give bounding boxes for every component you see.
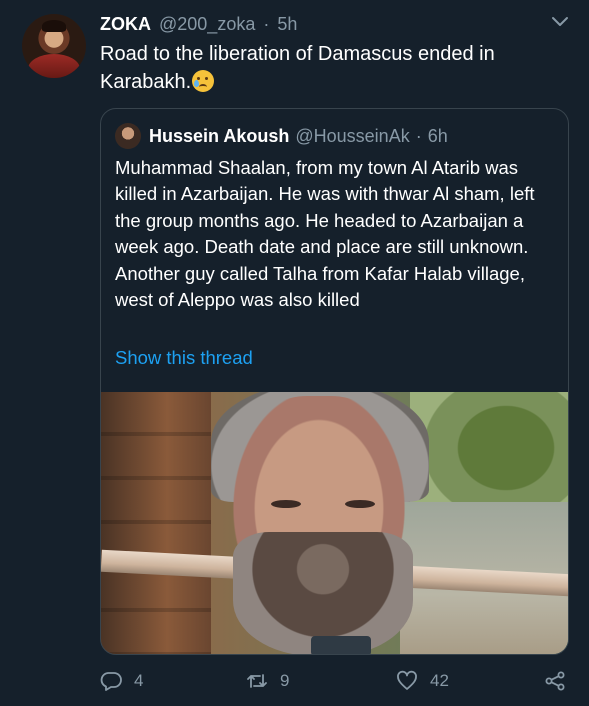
photo-collar <box>311 636 371 654</box>
retweet-count: 9 <box>280 671 290 690</box>
tweet-text-content: Road to the liberation of Damascus ended… <box>100 43 495 93</box>
reply-button[interactable]: 4 <box>100 668 143 694</box>
avatar-hat <box>42 20 66 32</box>
heart-icon <box>397 670 417 690</box>
photo-left-eye <box>271 500 301 508</box>
share-icon <box>545 671 565 691</box>
quoted-separator-dot: · <box>415 125 422 146</box>
retweet-icon <box>247 674 267 688</box>
retweet-button[interactable]: 9 <box>246 668 289 694</box>
quoted-text: Muhammad Shaalan, from my town Al Atarib… <box>115 157 535 311</box>
reply-icon <box>100 672 122 691</box>
separator-dot: · <box>263 13 270 34</box>
tweet[interactable]: ZOKA @200_zoka · 5h Road to the liberati… <box>0 0 589 706</box>
quoted-avatar <box>115 123 141 149</box>
quoted-photo[interactable] <box>101 392 568 654</box>
tweet-text: Road to the liberation of Damascus ended… <box>100 40 540 96</box>
tear <box>194 80 200 87</box>
like-count: 42 <box>430 671 449 690</box>
quoted-timestamp: 6h <box>427 125 448 146</box>
like-button[interactable]: 42 <box>396 668 449 694</box>
crying-face-emoji <box>192 70 215 92</box>
photo-wall-lines <box>101 392 211 654</box>
photo-right-eye <box>345 500 375 508</box>
quoted-tweet[interactable]: Hussein Akoush @HousseinAk · 6h Muhammad… <box>100 108 569 655</box>
author-handle[interactable]: @200_zoka <box>159 14 255 35</box>
share-button[interactable] <box>544 668 566 694</box>
quoted-author-handle: @HousseinAk <box>295 125 410 146</box>
quoted-author-name: Hussein Akoush <box>149 125 290 146</box>
action-bar: 4 9 42 <box>0 664 589 698</box>
tweet-header: ZOKA @200_zoka · 5h <box>100 12 297 36</box>
avatar-robe <box>28 54 80 78</box>
author-name[interactable]: ZOKA <box>100 14 151 35</box>
show-thread-link[interactable]: Show this thread <box>115 347 253 369</box>
quoted-header: Hussein Akoush @HousseinAk · 6h <box>149 123 448 149</box>
chevron-down-icon[interactable] <box>549 14 571 30</box>
reply-count: 4 <box>134 671 144 690</box>
timestamp[interactable]: 5h <box>277 14 297 35</box>
avatar[interactable] <box>22 14 86 78</box>
